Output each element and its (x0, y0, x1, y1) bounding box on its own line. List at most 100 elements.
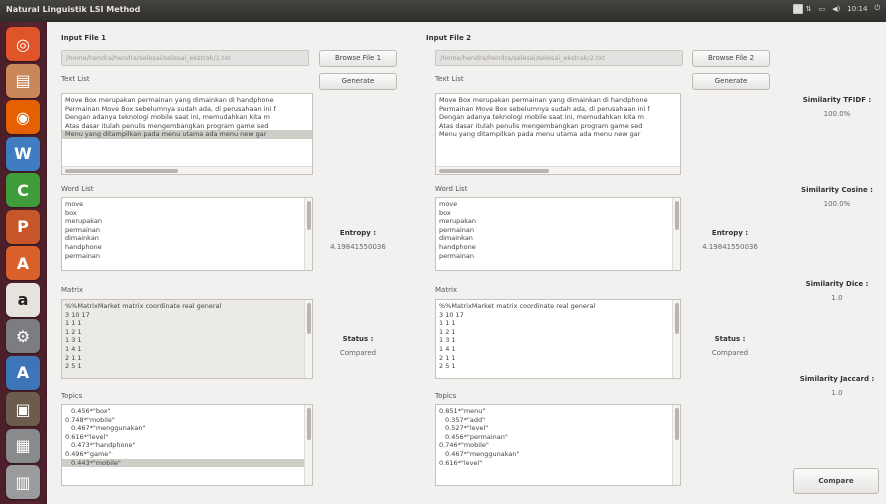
word-list-2-label: Word List (435, 185, 468, 193)
list-item[interactable]: permainan (436, 226, 680, 235)
status-2-label: Status : (714, 335, 746, 343)
topic-item[interactable]: 0.456*"box" (62, 407, 312, 416)
list-item[interactable]: box (62, 209, 312, 218)
topics-2[interactable]: 0.851*"menu" 0.357*"add" 0.527*"level" 0… (435, 404, 681, 486)
text-line: Move Box merupakan permainan yang dimain… (439, 96, 648, 104)
compare-button[interactable]: Compare (793, 468, 879, 494)
ubuntu-home-icon[interactable]: ◎ (6, 27, 40, 61)
topic-item[interactable]: 0.616*"level" (436, 459, 680, 468)
topic-item[interactable]: 0.467*"menggunakan" (436, 450, 680, 459)
matrix-line: 1 4 1 (65, 344, 82, 353)
word-list-2[interactable]: move box merupakan permainan dimainkan h… (435, 197, 681, 271)
photos-icon[interactable]: ▣ (6, 392, 40, 426)
text-line: Move Box merupakan permainan yang dimain… (65, 96, 274, 104)
text-line: Atas dasar itulah penulis mengembangkan … (439, 121, 643, 130)
matrix-line: 1 2 1 (65, 327, 82, 336)
similarity-tfidf: Similarity TFIDF : 100.0% (792, 96, 882, 118)
word-list-1-label: Word List (61, 185, 94, 193)
input-file-2-label: Input File 2 (426, 34, 472, 42)
text-line: Dengan adanya teknologi mobile saat ini,… (439, 113, 644, 122)
app-window: Input File 1 /home/hendra/hendra/selesai… (47, 22, 886, 504)
horizontal-scrollbar[interactable] (436, 166, 680, 174)
word-list-1[interactable]: move box merupakan permainan dimainkan h… (61, 197, 313, 271)
battery-icon[interactable]: ▭ (819, 5, 826, 13)
list-item[interactable]: move (62, 200, 312, 209)
topics-1[interactable]: 0.456*"box" 0.748*"mobile" 0.467*"menggu… (61, 404, 313, 486)
matrix-line: 1 4 1 (439, 344, 456, 353)
browse-file-2-button[interactable]: Browse File 2 (692, 50, 770, 67)
list-item[interactable]: move (436, 200, 680, 209)
status-2-value: Compared (711, 349, 749, 357)
list-item[interactable]: handphone (62, 243, 312, 252)
list-item[interactable]: dimainkan (62, 234, 312, 243)
topic-item[interactable]: 0.748*"mobile" (62, 416, 312, 425)
software-center-icon[interactable]: A (6, 246, 40, 280)
generate-1-button[interactable]: Generate (319, 73, 397, 90)
matrix-line: 2 5 1 (65, 362, 82, 371)
list-item[interactable]: permainan (62, 252, 312, 261)
entropy-1-label: Entropy : (339, 229, 377, 237)
input-file-1-field[interactable]: /home/hendra/hendra/selesai/selesai_ekst… (61, 50, 309, 66)
topic-item[interactable]: 0.357*"add" (436, 416, 680, 425)
status-2: Status : Compared (692, 335, 768, 357)
trash-icon[interactable]: ▥ (6, 465, 40, 499)
horizontal-scrollbar[interactable] (62, 166, 312, 174)
text-list-2[interactable]: Move Box merupakan permainan yang dimain… (435, 93, 681, 175)
vertical-scrollbar[interactable] (672, 405, 680, 485)
vertical-scrollbar[interactable] (304, 198, 312, 270)
impress-icon[interactable]: P (6, 209, 40, 244)
keyboard-icon[interactable] (792, 3, 803, 14)
list-item[interactable]: permainan (436, 252, 680, 261)
topic-item[interactable]: 0.527*"level" (436, 424, 680, 433)
matrix-1-label: Matrix (61, 286, 84, 294)
list-item[interactable]: permainan (62, 226, 312, 235)
text-line: Menu yang ditampilkan pada menu utama ad… (439, 130, 641, 139)
topic-item[interactable]: 0.851*"menu" (436, 407, 680, 416)
matrix-line: 1 3 1 (65, 336, 82, 345)
matrix-line: 2 5 1 (439, 362, 456, 371)
list-item[interactable]: box (436, 209, 680, 218)
status-1-value: Compared (339, 349, 377, 357)
vertical-scrollbar[interactable] (304, 405, 312, 485)
firefox-icon[interactable]: ◉ (6, 100, 40, 134)
topic-item[interactable]: 0.616*"level" (62, 433, 312, 442)
topic-item[interactable]: 0.496*"game" (62, 450, 312, 459)
matrix-1[interactable]: %%MatrixMarket matrix coordinate real ge… (61, 299, 313, 379)
settings-icon[interactable]: ⚙ (6, 319, 40, 353)
list-item[interactable]: merupakan (62, 217, 312, 226)
text-line: Permainan Move Box sebelumnya sudah ada,… (439, 104, 650, 113)
topic-item[interactable]: 0.467*"menggunakan" (62, 424, 312, 433)
matrix-line: %%MatrixMarket matrix coordinate real ge… (65, 302, 222, 310)
browse-file-1-button[interactable]: Browse File 1 (319, 50, 397, 67)
amazon-icon[interactable]: a (6, 282, 40, 317)
topic-item[interactable]: 0.473*"handphone" (62, 441, 312, 450)
network-icon[interactable]: ⇅ (806, 5, 812, 13)
clock[interactable]: 10:14 (847, 5, 867, 13)
status-1-label: Status : (342, 335, 374, 343)
update-icon[interactable]: A (6, 355, 40, 390)
text-list-1[interactable]: Move Box merupakan permainan yang dimain… (61, 93, 313, 175)
matrix-2[interactable]: %%MatrixMarket matrix coordinate real ge… (435, 299, 681, 379)
vertical-scrollbar[interactable] (672, 300, 680, 378)
launcher: ◎ ▤ ◉ W C P Aa ⚙ A ▣ ▦ ▥ (0, 22, 47, 504)
generate-2-button[interactable]: Generate (692, 73, 770, 90)
similarity-tfidf-value: 100.0% (823, 110, 851, 118)
power-icon[interactable]: ⏻ (874, 4, 880, 13)
input-file-2-field[interactable]: /home/hendra/hendra/selesai/selesai_ekst… (435, 50, 683, 66)
writer-icon[interactable]: W (6, 136, 40, 171)
list-item[interactable]: dimainkan (436, 234, 680, 243)
volume-icon[interactable]: ◀) (832, 5, 840, 13)
topic-item[interactable]: 0.746*"mobile" (436, 441, 680, 450)
vertical-scrollbar[interactable] (304, 300, 312, 378)
files-icon[interactable]: ▤ (6, 63, 40, 98)
list-item[interactable]: merupakan (436, 217, 680, 226)
entropy-2-label: Entropy : (711, 229, 749, 237)
terminal-icon[interactable]: ▦ (6, 428, 40, 463)
list-item[interactable]: handphone (436, 243, 680, 252)
matrix-2-label: Matrix (435, 286, 458, 294)
calc-icon[interactable]: C (6, 173, 40, 207)
topic-item[interactable]: 0.456*"permainan" (436, 433, 680, 442)
topic-item[interactable]: 0.443*"mobile" (62, 458, 312, 468)
text-list-2-label: Text List (435, 75, 464, 83)
vertical-scrollbar[interactable] (672, 198, 680, 270)
